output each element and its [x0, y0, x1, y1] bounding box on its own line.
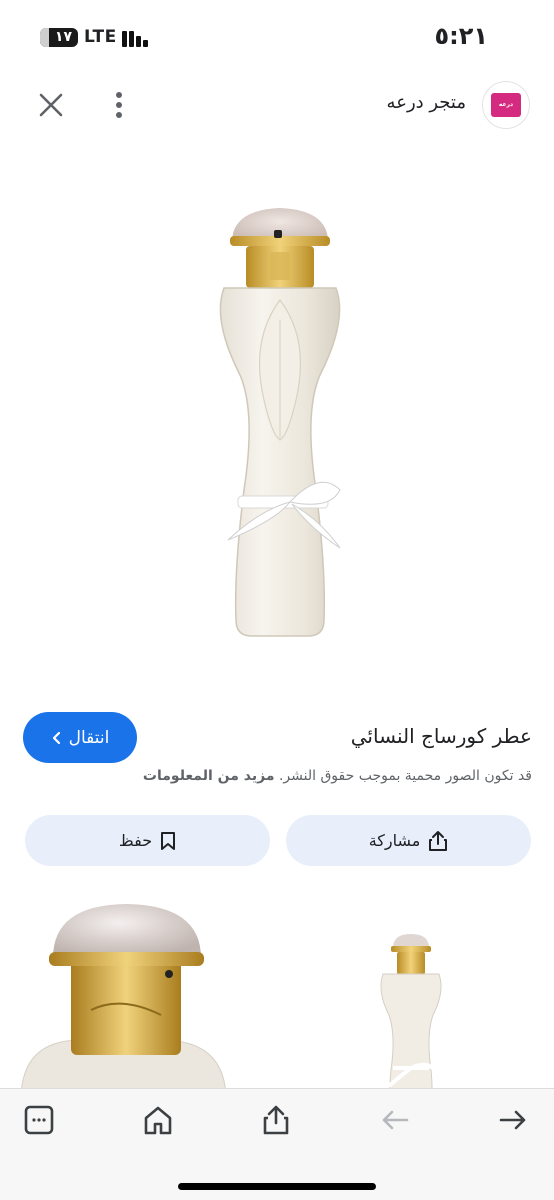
save-label: حفظ [118, 831, 153, 850]
more-vert-icon[interactable] [106, 89, 132, 121]
related-image-card[interactable] [11, 900, 271, 1100]
share-button[interactable]: مشاركة [286, 815, 531, 866]
bookmark-icon [161, 831, 176, 850]
forward-icon[interactable] [496, 1103, 530, 1137]
visit-button[interactable]: انتقال [23, 712, 137, 763]
signal-icon [122, 28, 152, 47]
product-title-row: انتقال عطر كورساج النسائي [0, 708, 554, 768]
product-image[interactable] [180, 190, 380, 650]
save-button[interactable]: حفظ [25, 815, 270, 866]
more-info-link[interactable]: مزيد من المعلومات [143, 768, 275, 784]
status-bar: ١٧ LTE ٥:٢١ [0, 0, 554, 72]
product-title[interactable]: عطر كورساج النسائي [351, 724, 532, 748]
battery-icon: ١٧ [40, 28, 78, 47]
share-label: مشاركة [368, 831, 421, 850]
status-time: ٥:٢١ [434, 22, 488, 50]
viewer-header: متجر درعه درعه [0, 72, 554, 138]
home-icon[interactable] [141, 1103, 175, 1137]
share-icon[interactable] [259, 1103, 293, 1137]
visit-label: انتقال [68, 727, 110, 748]
back-icon [378, 1103, 412, 1137]
network-type: LTE [84, 27, 117, 47]
logo-text: درعه [491, 93, 521, 117]
related-image-card[interactable] [283, 900, 543, 1100]
site-logo[interactable]: درعه [482, 81, 530, 129]
close-icon[interactable] [36, 90, 66, 120]
chevron-left-icon [52, 731, 60, 744]
tabs-icon[interactable] [22, 1103, 56, 1137]
copyright-notice: قد تكون الصور محمية بموجب حقوق النشر. مز… [22, 768, 532, 784]
battery-level: ١٧ [54, 29, 72, 45]
home-indicator [178, 1183, 376, 1190]
bottom-toolbar [0, 1088, 554, 1200]
share-icon [429, 830, 448, 851]
copyright-text: قد تكون الصور محمية بموجب حقوق النشر. [278, 768, 532, 784]
site-name[interactable]: متجر درعه [387, 92, 466, 113]
